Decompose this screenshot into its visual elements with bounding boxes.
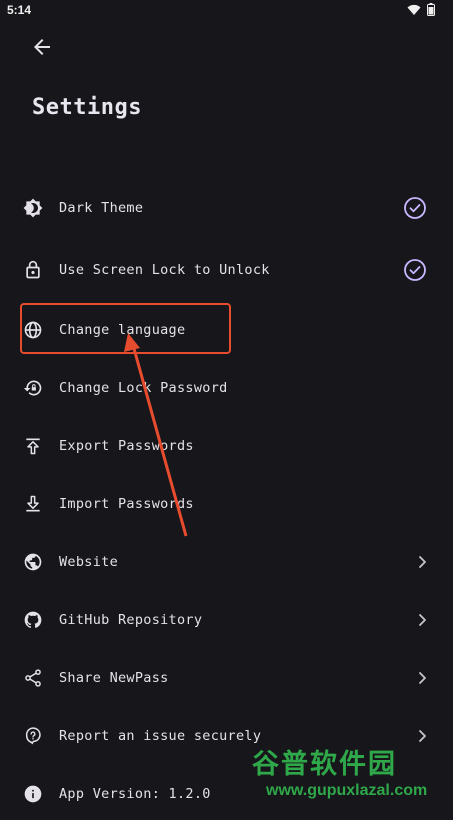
watermark-url: www.gupuxlazal.com: [266, 782, 428, 799]
setting-label: Export Passwords: [59, 438, 194, 454]
watermark: 谷普软件园 www.gupuxlazal.com: [252, 742, 452, 806]
chevron-right-icon: [419, 672, 426, 684]
github-icon: [24, 611, 42, 628]
annotation-highlight-box: [20, 303, 231, 354]
status-time: 5:14: [7, 3, 32, 17]
setting-label: Dark Theme: [59, 200, 144, 216]
status-icons: [407, 3, 435, 16]
setting-label: Change Lock Password: [59, 380, 228, 396]
setting-change-lock-password[interactable]: Change Lock Password: [0, 362, 453, 414]
chevron-right-icon: [419, 556, 426, 568]
setting-import-passwords[interactable]: Import Passwords: [0, 478, 453, 530]
watermark-text: 谷普软件园: [252, 749, 397, 780]
help-icon: [25, 727, 41, 745]
lock-reset-icon: [23, 380, 42, 396]
setting-use-screen-lock-to-unlock[interactable]: Use Screen Lock to Unlock: [0, 244, 453, 296]
setting-dark-theme[interactable]: Dark Theme: [0, 182, 453, 234]
info-icon: [24, 785, 42, 803]
setting-share-newpass[interactable]: Share NewPass: [0, 652, 453, 704]
check-circle-icon[interactable]: [403, 258, 427, 282]
setting-label: Use Screen Lock to Unlock: [59, 262, 270, 278]
arrow-back-icon: [34, 39, 50, 55]
chevron-right-icon: [419, 614, 426, 626]
brightness-icon: [23, 198, 43, 218]
upload-icon: [26, 438, 40, 455]
status-bar: 5:14: [0, 0, 453, 20]
setting-label: GitHub Repository: [59, 612, 203, 628]
back-button[interactable]: [30, 35, 54, 59]
setting-label: Website: [59, 554, 118, 570]
check-circle-icon[interactable]: [403, 196, 427, 220]
setting-label: Import Passwords: [59, 496, 194, 512]
setting-export-passwords[interactable]: Export Passwords: [0, 420, 453, 472]
lock-icon: [26, 260, 40, 279]
setting-github-repository[interactable]: GitHub Repository: [0, 594, 453, 646]
battery-icon: [427, 3, 435, 16]
setting-label: Report an issue securely: [59, 728, 262, 744]
setting-label: App Version: 1.2.0: [59, 786, 211, 802]
wifi-icon: [407, 4, 421, 15]
setting-website[interactable]: Website: [0, 536, 453, 588]
share-icon: [25, 669, 41, 687]
download-icon: [26, 495, 40, 512]
setting-label: Share NewPass: [59, 670, 169, 686]
web-icon: [24, 553, 42, 571]
page-title: Settings: [32, 95, 142, 120]
